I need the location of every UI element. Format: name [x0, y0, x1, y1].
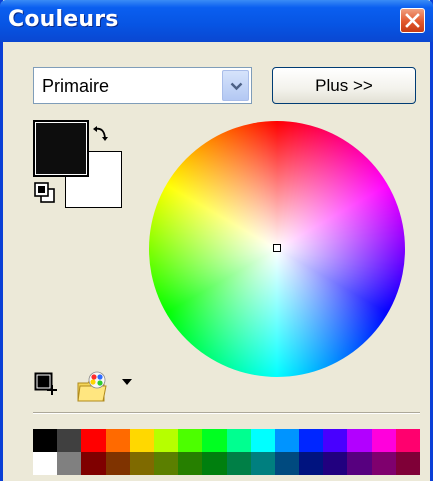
palette-swatch[interactable]: [202, 429, 227, 452]
color-target-select[interactable]: Primaire: [33, 67, 252, 104]
palette-swatch[interactable]: [299, 452, 324, 475]
add-color-icon[interactable]: [34, 372, 58, 396]
color-wheel-cursor[interactable]: [273, 244, 281, 252]
palette-swatch[interactable]: [323, 452, 348, 475]
palette-swatch[interactable]: [274, 429, 300, 452]
palette-swatch[interactable]: [395, 429, 420, 452]
palette-swatch[interactable]: [226, 429, 251, 452]
title-bar[interactable]: Couleurs: [0, 0, 433, 42]
window-title: Couleurs: [8, 7, 119, 32]
palette-swatch[interactable]: [347, 429, 372, 452]
palette-swatch[interactable]: [323, 429, 348, 452]
more-button[interactable]: Plus >>: [272, 67, 416, 104]
palette-swatch[interactable]: [105, 452, 130, 475]
palette-swatch[interactable]: [129, 452, 154, 475]
reset-colors-icon[interactable]: [34, 182, 58, 206]
palette-swatch[interactable]: [81, 452, 106, 475]
palette-swatch[interactable]: [250, 429, 275, 452]
palette-swatch[interactable]: [178, 452, 203, 475]
palette-swatch[interactable]: [202, 452, 227, 475]
palette-icon[interactable]: [76, 371, 110, 403]
close-icon: [405, 13, 420, 28]
palette-swatch[interactable]: [299, 429, 324, 452]
palette-swatch[interactable]: [129, 429, 154, 452]
palette-swatch[interactable]: [33, 429, 58, 452]
color-target-value: Primaire: [42, 76, 110, 96]
colors-window: Couleurs Primaire Plus >>: [0, 0, 433, 481]
palette-swatch[interactable]: [347, 452, 372, 475]
palette-swatch[interactable]: [395, 452, 420, 475]
palette-swatch[interactable]: [153, 429, 179, 452]
palette-swatch[interactable]: [178, 429, 203, 452]
palette-swatch[interactable]: [153, 452, 179, 475]
palette-swatch[interactable]: [57, 452, 82, 475]
close-button[interactable]: [400, 8, 425, 33]
palette-swatch[interactable]: [226, 452, 251, 475]
palette-swatch[interactable]: [371, 452, 396, 475]
palette-swatch[interactable]: [33, 452, 58, 475]
palette-swatch[interactable]: [250, 452, 275, 475]
palette-swatch[interactable]: [57, 429, 82, 452]
primary-color-swatch[interactable]: [33, 120, 89, 177]
palette-swatch[interactable]: [105, 429, 130, 452]
dropdown-button[interactable]: [222, 70, 249, 101]
palette-swatch[interactable]: [81, 429, 106, 452]
chevron-down-icon: [230, 82, 243, 91]
chevron-down-icon[interactable]: [122, 379, 132, 385]
palette-swatch[interactable]: [371, 429, 396, 452]
palette-swatch[interactable]: [274, 452, 300, 475]
swap-colors-icon[interactable]: [92, 124, 112, 144]
divider: [33, 412, 420, 414]
color-palette: [33, 429, 420, 475]
